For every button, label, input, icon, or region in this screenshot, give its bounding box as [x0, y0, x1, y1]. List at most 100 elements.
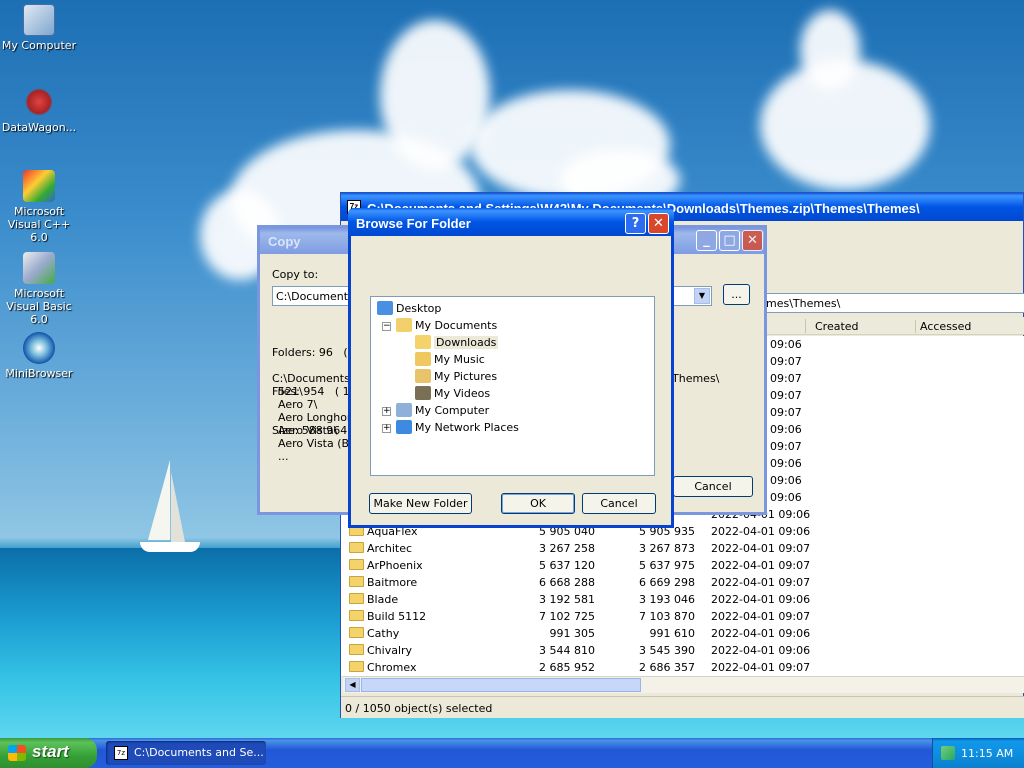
maximize-button[interactable]: □ [719, 230, 740, 251]
tree-item-label: My Documents [415, 319, 498, 332]
table-row[interactable]: ArPhoenix 5 637 120 5 637 975 2022-04-01 09… [347, 557, 1024, 574]
tree-item[interactable]: Downloads [415, 335, 499, 351]
tree-item-label: My Network Places [415, 421, 519, 434]
desktop-icon-label: My Computer [1, 39, 77, 52]
desktop-icon-visual-cpp[interactable]: Microsoft Visual C++ 6.0 [0, 170, 78, 244]
desktop-icon-my-computer[interactable]: My Computer [0, 4, 78, 52]
windows-logo-icon [8, 745, 26, 761]
modified-cell: 2022-04-01 09:06 [711, 627, 811, 640]
taskbar-item-7zip[interactable]: 7z C:\Documents and Se... [106, 741, 266, 765]
size-cell: 5 637 120 [539, 559, 595, 572]
ok-button[interactable]: OK [501, 493, 575, 514]
modified-cell: 2022-04-01 09:07 [711, 661, 811, 674]
folder-icon [349, 576, 364, 587]
start-button[interactable]: start [0, 738, 97, 768]
sevenzip-hscrollbar[interactable]: ◀ [343, 676, 1024, 693]
combobox-dropdown-arrow[interactable]: ▼ [694, 288, 710, 304]
desktop-icon-visual-basic[interactable]: Microsoft Visual Basic 6.0 [0, 252, 78, 326]
modified-cell: 09:06 [770, 491, 802, 504]
help-button[interactable]: ? [625, 213, 646, 234]
my-computer-icon [23, 4, 55, 36]
visual-basic-shortcut-icon [23, 252, 55, 284]
tree-item[interactable]: My Documents [396, 318, 497, 334]
desktop-icon-datawagon[interactable]: DataWagon... [0, 86, 78, 134]
list-item: Aero Vista\ [278, 424, 338, 437]
folder-icon [349, 593, 364, 604]
browse-ellipsis-button[interactable]: ... [723, 284, 750, 305]
copy-cancel-button[interactable]: Cancel [673, 476, 753, 497]
name-cell: Baitmore [349, 576, 417, 589]
modified-cell: 09:07 [770, 406, 802, 419]
browse-for-folder-dialog: Browse For Folder ? ✕ Desktop − My Documen… [348, 208, 674, 528]
ok-label: OK [530, 497, 546, 510]
table-row[interactable]: Build 5112 7 102 725 7 103 870 2022-04-01 0… [347, 608, 1024, 625]
size-cell: 6 668 288 [539, 576, 595, 589]
tree-item[interactable]: My Pictures [415, 369, 497, 385]
clock[interactable]: 11:15 AM [961, 747, 1013, 760]
tree-item-label: My Music [434, 353, 485, 366]
file-name: Baitmore [367, 576, 418, 589]
name-cell: Chromex [349, 661, 416, 674]
copy-path-tail: Themes\ [672, 372, 720, 385]
folder-icon [349, 542, 364, 553]
tree-item[interactable]: My Network Places [396, 420, 519, 436]
desktop-icon-minibrowser[interactable]: MiniBrowser [0, 332, 78, 380]
folder-icon [349, 661, 364, 672]
table-row[interactable]: Chivalry 3 544 810 3 545 390 2022-04-01 09:… [347, 642, 1024, 659]
column-header-created[interactable]: Created [815, 320, 859, 333]
copy-cancel-label: Cancel [694, 480, 732, 493]
folder-icon [415, 335, 431, 349]
collapse-icon[interactable]: − [382, 322, 391, 331]
list-item: ... [278, 450, 289, 463]
modified-cell: 2022-04-01 09:06 [711, 593, 811, 606]
datawagon-shortcut-icon [23, 86, 55, 118]
folder-tree[interactable]: Desktop − My Documents Downloads My Music My … [370, 296, 655, 476]
scroll-thumb[interactable] [361, 678, 641, 692]
expand-icon[interactable]: + [382, 407, 391, 416]
cancel-label: Cancel [600, 497, 638, 510]
size-cell: 991 305 [549, 627, 596, 640]
taskbar: start 7z C:\Documents and Se... 11:15 AM [0, 738, 1024, 768]
cancel-button[interactable]: Cancel [582, 493, 656, 514]
modified-cell: 2022-04-01 09:06 [711, 525, 811, 538]
folder-icon [349, 559, 364, 570]
desktop-icon-label: MiniBrowser [5, 367, 73, 380]
desktop-icon-label: DataWagon... [1, 121, 77, 134]
close-button[interactable]: ✕ [742, 230, 763, 251]
help-icon: ? [631, 216, 640, 231]
make-new-folder-button[interactable]: Make New Folder [369, 493, 472, 514]
column-header-accessed[interactable]: Accessed [915, 320, 1024, 333]
tree-item[interactable]: My Computer [396, 403, 489, 419]
table-row[interactable]: Baitmore 6 668 288 6 669 298 2022-04-01 09:… [347, 574, 1024, 591]
videos-folder-icon [415, 386, 431, 400]
table-row[interactable]: Chromex 2 685 952 2 686 357 2022-04-01 09:0… [347, 659, 1024, 676]
file-name: Build 5112 [367, 610, 427, 623]
folder-icon [349, 627, 364, 638]
modified-cell: 2022-04-01 09:07 [711, 559, 811, 572]
tree-item-label: Desktop [396, 302, 442, 315]
table-row[interactable]: Blade 3 192 581 3 193 046 2022-04-01 09:06 [347, 591, 1024, 608]
scroll-left-arrow[interactable]: ◀ [345, 678, 360, 692]
list-item: 521\ [278, 385, 303, 398]
name-cell: Chivalry [349, 644, 412, 657]
desktop-icon-label: Microsoft Visual Basic 6.0 [6, 287, 72, 326]
tree-item[interactable]: My Videos [415, 386, 490, 402]
table-row[interactable]: Architec 3 267 258 3 267 873 2022-04-01 09:… [347, 540, 1024, 557]
packed-cell: 3 193 046 [639, 593, 695, 606]
network-tray-icon[interactable] [941, 746, 955, 760]
modified-cell: 09:06 [770, 457, 802, 470]
close-button[interactable]: ✕ [648, 213, 669, 234]
modified-cell: 09:07 [770, 355, 802, 368]
size-cell: 3 544 810 [539, 644, 595, 657]
modified-cell: 09:07 [770, 389, 802, 402]
expand-icon[interactable]: + [382, 424, 391, 433]
tree-item[interactable]: Desktop [377, 301, 441, 317]
file-name: Architec [367, 542, 413, 555]
file-name: Cathy [367, 627, 400, 640]
my-computer-icon [396, 403, 412, 417]
sevenzip-address-bar[interactable]: mes\Themes\ [761, 293, 1024, 313]
table-row[interactable]: Cathy 991 305 991 610 2022-04-01 09:06 [347, 625, 1024, 642]
tree-item[interactable]: My Music [415, 352, 485, 368]
system-tray: 11:15 AM [932, 738, 1024, 768]
minimize-button[interactable]: _ [696, 230, 717, 251]
